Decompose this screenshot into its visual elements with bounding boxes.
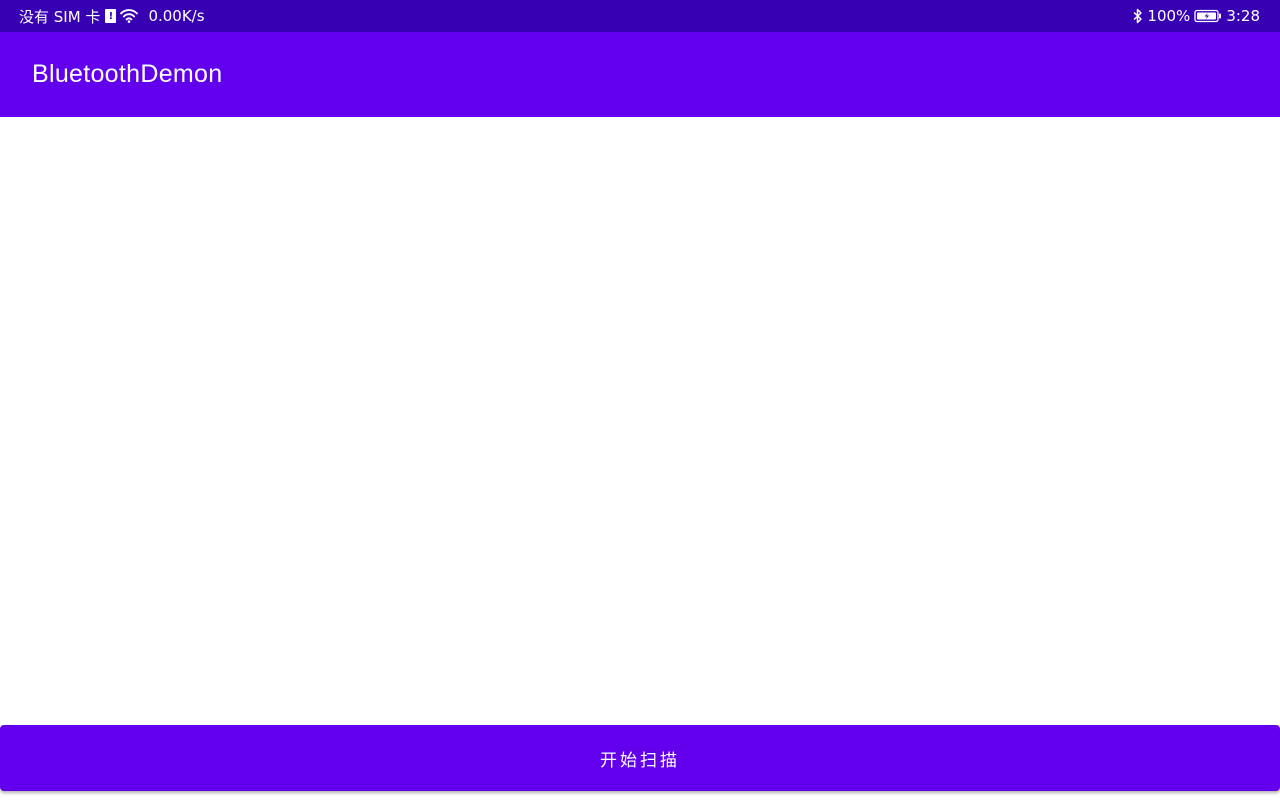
- bluetooth-icon: [1133, 8, 1143, 24]
- status-bar: 没有 SIM 卡 ! 0.00K/s 100% 3:28: [0, 0, 1280, 32]
- app-screen: 没有 SIM 卡 ! 0.00K/s 100% 3:28 BluetoothDe…: [0, 0, 1280, 800]
- sim-alert-icon: !: [105, 9, 117, 23]
- wifi-icon: [120, 9, 139, 23]
- app-bar: BluetoothDemon: [0, 32, 1280, 117]
- battery-percent: 100%: [1147, 7, 1191, 25]
- battery-charging-icon: [1194, 9, 1222, 23]
- sim-status-text: 没有 SIM 卡: [19, 7, 101, 26]
- status-right: 100% 3:28: [1133, 7, 1260, 25]
- network-speed: 0.00K/s: [148, 7, 205, 25]
- status-left: 没有 SIM 卡 ! 0.00K/s: [19, 6, 205, 27]
- device-list-area: [0, 117, 1280, 723]
- start-scan-button[interactable]: 开始扫描: [0, 725, 1280, 791]
- app-title: BluetoothDemon: [32, 60, 223, 88]
- clock-time: 3:28: [1226, 7, 1260, 25]
